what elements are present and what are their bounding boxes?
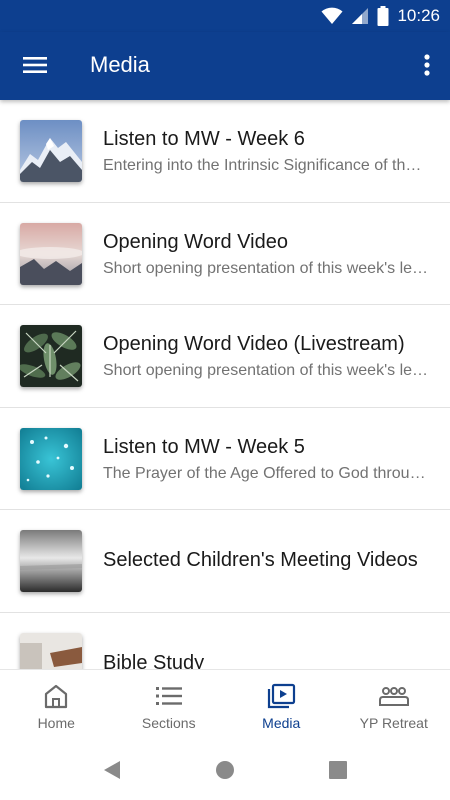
overflow-menu-button[interactable] [418,50,436,82]
media-list: Listen to MW - Week 6 Entering into the … [0,100,450,669]
nav-label-yp-retreat: YP Retreat [359,715,428,731]
status-time: 10:26 [397,6,440,25]
nav-item-home[interactable]: Home [0,670,113,740]
media-item-title: Selected Children's Meeting Videos [103,549,418,571]
nav-label-home: Home [37,715,75,731]
thumbnail-mountain-peaks [20,120,82,182]
media-item-subtitle: Entering into the Intrinsic Significance… [103,157,430,174]
media-item[interactable]: Listen to MW - Week 6 Entering into the … [0,100,450,203]
thumbnail-book-hands [20,632,82,669]
nav-item-sections[interactable]: Sections [113,670,226,740]
media-item[interactable]: Selected Children's Meeting Videos [0,510,450,613]
media-item-subtitle: Short opening presentation of this week'… [103,362,430,379]
battery-icon [377,6,389,26]
status-icons: 10:26 [321,6,440,26]
video-library-icon [268,683,296,709]
bottom-navigation: Home Sections Media YP Retreat [0,669,450,740]
recents-square-icon [329,761,347,779]
media-item-title: Opening Word Video (Livestream) [103,333,405,355]
status-bar: 10:26 [0,0,450,32]
nav-item-yp-retreat[interactable]: YP Retreat [338,670,450,740]
nav-label-media: Media [262,715,301,731]
thumbnail-misty-sky [20,222,82,285]
media-item-title: Listen to MW - Week 6 [103,128,305,150]
thumbnail-green-leaves [20,325,82,387]
cell-signal-icon [352,8,369,24]
home-icon [45,684,68,709]
nav-item-media[interactable]: Media [225,670,338,740]
back-button[interactable] [101,759,123,781]
media-item-title: Opening Word Video [103,230,288,253]
menu-button[interactable] [22,54,48,76]
media-item[interactable]: Opening Word Video Short opening present… [0,203,450,305]
list-icon [155,687,182,705]
hamburger-menu-icon [23,57,47,73]
media-item[interactable]: Opening Word Video (Livestream) Short op… [0,305,450,408]
media-item-subtitle: The Prayer of the Age Offered to God thr… [103,464,430,482]
group-icon [378,687,409,706]
back-triangle-icon [104,761,120,779]
media-item-title: Listen to MW - Week 5 [103,435,305,458]
media-item-subtitle: Short opening presentation of this week'… [103,259,430,277]
media-item[interactable]: Listen to MW - Week 5 The Prayer of the … [0,408,450,510]
page-title: Media [90,52,150,77]
home-circle-icon [216,761,234,779]
recents-button[interactable] [327,759,349,781]
app-bar: Media [0,32,450,100]
nav-label-sections: Sections [141,715,196,731]
more-vert-icon [424,54,430,76]
media-item[interactable]: Bible Study [0,613,450,670]
thumbnail-foggy-sea [20,530,82,592]
media-item-title: Bible Study [103,651,205,670]
wifi-icon [321,7,343,24]
home-system-button[interactable] [214,759,236,781]
system-navigation-bar [0,740,450,800]
thumbnail-water-drops [20,427,82,490]
